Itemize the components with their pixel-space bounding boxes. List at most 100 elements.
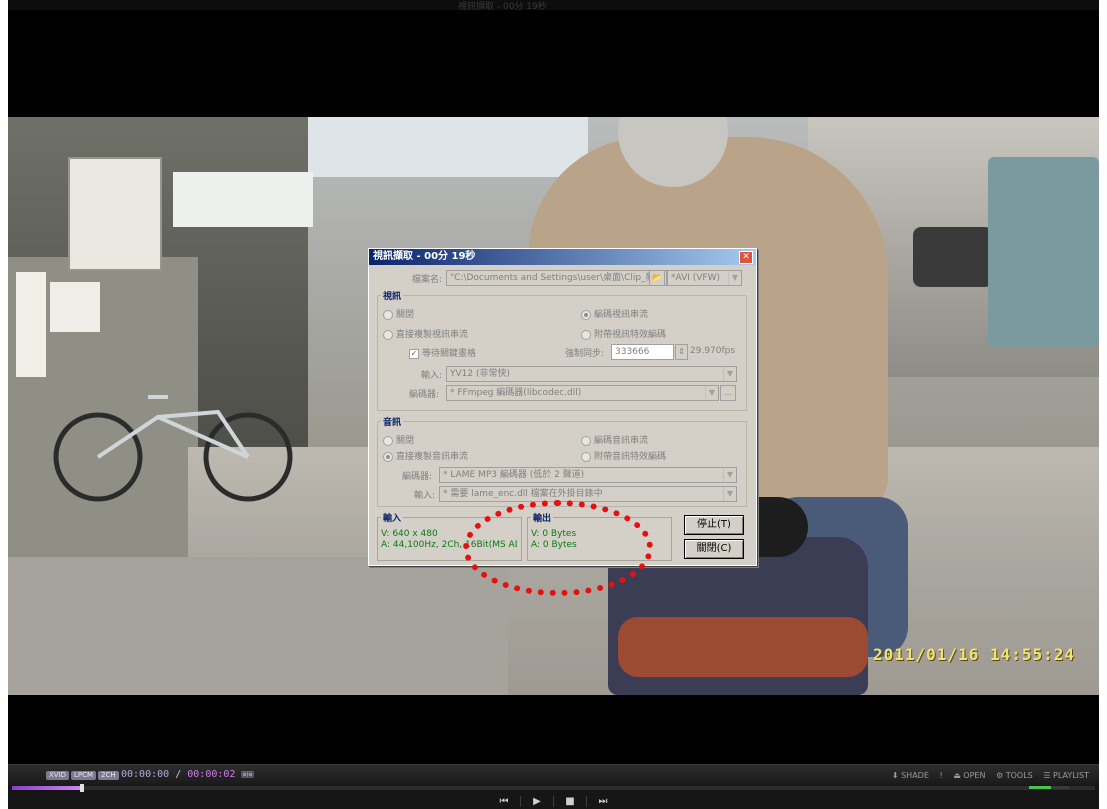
filename-label: 檔案名: — [412, 275, 443, 285]
window-title: 視訊擷取 - 00分 19秒 — [458, 2, 547, 12]
audio-encode-radio[interactable]: 編碼音訊串流 — [581, 433, 648, 446]
audio-input-label: 輸入: — [414, 491, 436, 501]
video-shop-sign — [16, 272, 46, 377]
video-direct-radio[interactable]: 直接複製視訊串流 — [383, 327, 468, 340]
video-car — [913, 227, 993, 287]
video-sidewalk — [8, 557, 508, 695]
alert-icon[interactable]: ! — [939, 771, 942, 780]
video-codec-select[interactable]: * FFmpeg 編碼器(libcodec.dll) ▼ — [446, 385, 719, 401]
audio-effects-label: 附帶音訊特效編碼 — [594, 452, 667, 462]
folder-icon[interactable]: 📂 — [649, 270, 665, 286]
audio-input-select[interactable]: * 需要 lame_enc.dll 檔案在外掛目錄中 ▼ — [439, 486, 737, 502]
next-icon[interactable]: ⏭ — [587, 796, 619, 807]
right-border — [1099, 0, 1107, 809]
radio-icon — [581, 435, 591, 446]
player-control-bar: XVID LPCM 2CH 00:00:00 / 00:00:02 ▣▣ ⬇ S… — [8, 764, 1099, 809]
codec-label: 編碼器: — [409, 390, 440, 400]
check-icon: ✓ — [409, 348, 419, 359]
window-title-bar: 視訊擷取 - 00分 19秒 — [8, 0, 1099, 12]
chevron-down-icon: ▼ — [723, 487, 736, 501]
format-select[interactable]: *AVI (VFW) ▼ — [667, 270, 742, 286]
frame-icon[interactable]: ▣▣ — [241, 769, 253, 780]
fps-label: 29.970fps — [690, 346, 736, 356]
audio-effects-radio[interactable]: 附帶音訊特效編碼 — [581, 449, 666, 462]
channel-badge: 2CH — [98, 771, 119, 780]
transport-controls: ⏮ ▶ ■ ⏭ — [488, 793, 619, 809]
video-shop-sign — [173, 172, 313, 227]
capture-dialog: 視訊擷取 - 00分 19秒 ✕ 檔案名: "C:\Documents and … — [368, 248, 757, 566]
radio-icon — [383, 309, 393, 320]
video-shop-sign — [50, 282, 100, 332]
video-effects-radio[interactable]: 附帶視訊特效編碼 — [581, 327, 666, 340]
play-icon[interactable]: ▶ — [521, 795, 554, 807]
time-total: 00:00:00 — [121, 769, 170, 780]
seek-bar[interactable] — [12, 784, 1095, 792]
chevron-down-icon: ▼ — [705, 386, 718, 400]
audio-direct-radio[interactable]: 直接複製音訊串流 — [383, 449, 468, 462]
shade-button[interactable]: ⬇ SHADE — [892, 771, 929, 780]
player-menu: ⬇ SHADE ! ⏏ OPEN ⚙ TOOLS ☰ PLAYLIST — [884, 771, 1089, 780]
spin-icon[interactable]: ⇕ — [675, 344, 688, 360]
close-icon[interactable]: ✕ — [739, 251, 753, 264]
seek-progress — [12, 786, 83, 790]
video-direct-label: 直接複製視訊串流 — [396, 330, 469, 340]
audio-codec-label: 編碼器: — [402, 472, 433, 482]
audio-input-value: * 需要 lame_enc.dll 檔案在外掛目錄中 — [443, 489, 603, 499]
playlist-button[interactable]: ☰ PLAYLIST — [1043, 771, 1089, 780]
dialog-title-bar[interactable]: 視訊擷取 - 00分 19秒 ✕ — [369, 249, 756, 265]
output-audio-info: A: 0 Bytes — [531, 540, 577, 550]
force-sync-field[interactable]: 333666 — [611, 344, 674, 360]
volume-slider[interactable] — [1029, 786, 1069, 789]
audio-codec-select[interactable]: * LAME MP3 編碼器 (低於 2 聲道) ▼ — [439, 467, 737, 483]
radio-icon — [383, 329, 393, 340]
radio-icon — [383, 435, 393, 446]
video-bicycle — [53, 395, 293, 502]
video-sky — [308, 117, 588, 177]
stop-button[interactable]: 停止(T) — [684, 515, 744, 535]
stop-icon[interactable]: ■ — [554, 795, 587, 807]
force-sync-label: 強制同步: — [565, 349, 605, 359]
codec-badge: XVID — [46, 771, 70, 780]
wait-keyframe-label: 等待關鍵畫格 — [422, 349, 477, 359]
input-video-info: V: 640 x 480 — [381, 529, 438, 539]
codec-config-button[interactable]: … — [720, 385, 736, 401]
audio-direct-label: 直接複製音訊串流 — [396, 452, 469, 462]
radio-selected-icon — [383, 451, 393, 462]
video-off-label: 關閉 — [396, 310, 415, 320]
audio-encode-label: 編碼音訊串流 — [594, 436, 649, 446]
video-input-select[interactable]: YV12 (非常快) ▼ — [446, 366, 737, 382]
audio-off-radio[interactable]: 關閉 — [383, 433, 414, 446]
video-codec-value: * FFmpeg 編碼器(libcodec.dll) — [450, 388, 582, 398]
time-display: 00:00:00 / 00:00:02 ▣▣ — [121, 769, 254, 780]
force-sync-value: 333666 — [615, 347, 650, 357]
video-off-radio[interactable]: 關閉 — [383, 307, 414, 320]
video-group-label: 視訊 — [381, 289, 404, 302]
filename-value: "C:\Documents and Settings\user\桌面\Clip_… — [450, 273, 664, 283]
chevron-down-icon: ▼ — [723, 367, 736, 381]
seek-handle[interactable] — [80, 784, 85, 792]
open-button[interactable]: ⏏ OPEN — [953, 771, 985, 780]
tools-button[interactable]: ⚙ TOOLS — [996, 771, 1033, 780]
filename-field[interactable]: "C:\Documents and Settings\user\桌面\Clip_… — [446, 270, 667, 286]
volume-level — [1029, 786, 1051, 789]
output-video-info: V: 0 Bytes — [531, 529, 577, 539]
radio-icon — [581, 329, 591, 340]
format-value: *AVI (VFW) — [671, 273, 721, 283]
video-input-value: YV12 (非常快) — [450, 369, 510, 379]
audio-group-label: 音訊 — [381, 415, 404, 428]
previous-icon[interactable]: ⏮ — [488, 795, 521, 807]
video-effects-label: 附帶視訊特效編碼 — [594, 330, 667, 340]
input-panel-title: 輸入 — [381, 511, 404, 524]
chevron-down-icon: ▼ — [723, 468, 736, 482]
video-shop-sign — [68, 157, 162, 271]
radio-icon — [581, 451, 591, 462]
wait-keyframe-checkbox[interactable]: ✓ 等待關鍵畫格 — [409, 346, 476, 359]
dialog-title: 視訊擷取 - 00分 19秒 — [373, 251, 476, 262]
audio-off-label: 關閉 — [396, 436, 415, 446]
close-button[interactable]: 關閉(C) — [684, 539, 744, 559]
audio-format-badge: LPCM — [71, 771, 97, 780]
video-scooter-tail — [618, 617, 868, 677]
radio-selected-icon — [581, 309, 591, 320]
player-status-row: XVID LPCM 2CH 00:00:00 / 00:00:02 ▣▣ ⬇ S… — [8, 764, 1099, 785]
video-encode-radio[interactable]: 編碼視訊串流 — [581, 307, 648, 320]
